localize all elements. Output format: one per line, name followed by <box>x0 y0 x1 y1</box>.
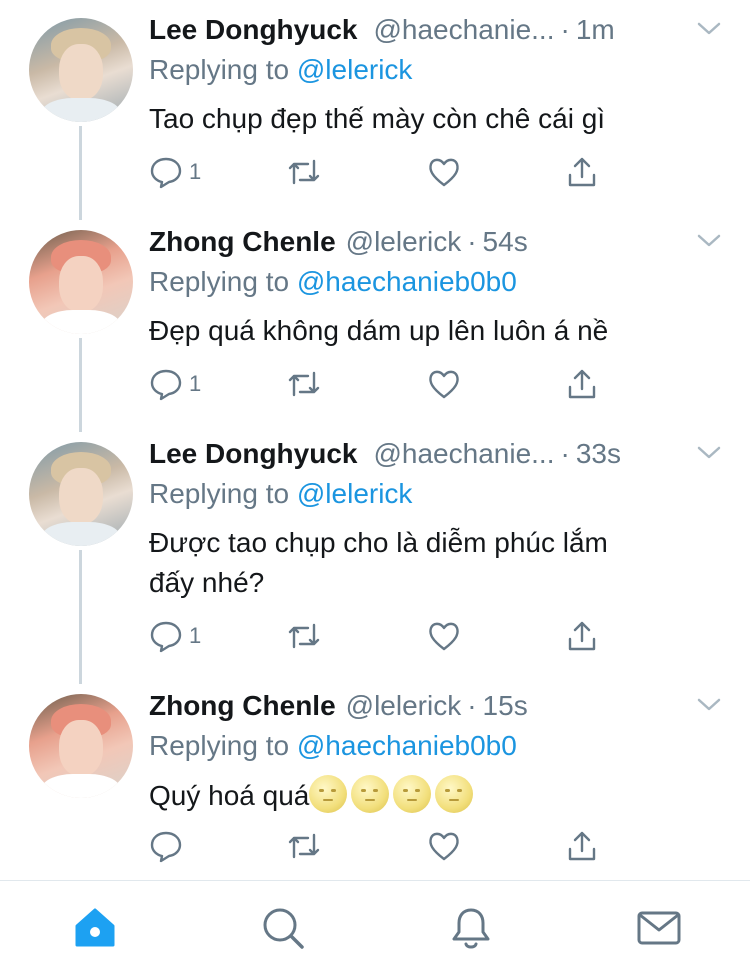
timestamp[interactable]: 1m <box>576 14 615 46</box>
timestamp[interactable]: 15s <box>483 690 528 722</box>
tweet-text: Quý hoá quá <box>149 775 709 816</box>
share-button[interactable] <box>565 364 599 404</box>
separator-dot: · <box>560 438 570 469</box>
share-icon <box>568 621 596 651</box>
retweet-button[interactable] <box>287 364 321 404</box>
tweet-actions: 1 <box>149 616 609 656</box>
reply-icon <box>150 369 182 401</box>
heart-icon <box>429 370 459 399</box>
share-icon <box>568 369 596 399</box>
heart-icon <box>429 832 459 861</box>
reply-icon <box>150 621 182 653</box>
reply-icon <box>150 157 182 189</box>
full-moon-face-emoji <box>351 775 390 813</box>
tweet-text: Tao chụp đẹp thế mày còn chê cái gì <box>149 103 606 134</box>
tweet-text-content: Quý hoá quá <box>149 780 310 811</box>
timestamp[interactable]: 33s <box>576 438 621 470</box>
replying-to: Replying to @haechanieb0b0 <box>149 730 517 762</box>
avatar[interactable] <box>29 18 133 122</box>
replying-to-label: Replying to <box>149 266 297 297</box>
replying-to-label: Replying to <box>149 478 297 509</box>
avatar[interactable] <box>29 694 133 798</box>
home-icon[interactable] <box>72 905 118 951</box>
tweet-text-line: đấy nhé? <box>149 567 265 598</box>
reply-button[interactable]: 1 <box>149 616 201 656</box>
notifications-bell-icon[interactable] <box>448 905 494 951</box>
share-icon <box>568 157 596 187</box>
tweet-text-line: Được tao chụp cho là diễm phúc lắm <box>149 527 608 558</box>
mention-link[interactable]: @haechanieb0b0 <box>297 266 517 297</box>
author-name[interactable]: Lee Donghyuck <box>149 438 357 470</box>
reply-button[interactable]: 1 <box>149 364 201 404</box>
heart-icon <box>429 622 459 651</box>
author-name[interactable]: Zhong Chenle <box>149 690 336 722</box>
heart-icon <box>429 158 459 187</box>
retweet-button[interactable] <box>287 826 321 866</box>
tweet-actions <box>149 826 609 866</box>
timestamp[interactable]: 54s <box>483 226 528 258</box>
mention-link[interactable]: @lelerick <box>297 478 413 509</box>
tweet-actions: 1 <box>149 364 609 404</box>
tweet[interactable]: Lee Donghyuck @haechanie... · 33s Replyi… <box>0 424 750 676</box>
like-button[interactable] <box>427 616 461 656</box>
messages-envelope-icon[interactable] <box>636 905 682 951</box>
retweet-button[interactable] <box>287 152 321 192</box>
search-icon[interactable] <box>260 905 306 951</box>
author-handle[interactable]: @haechanie... <box>373 438 554 470</box>
avatar[interactable] <box>29 230 133 334</box>
like-button[interactable] <box>427 152 461 192</box>
chevron-down-icon[interactable] <box>696 232 722 250</box>
share-icon <box>568 831 596 861</box>
chevron-down-icon[interactable] <box>696 444 722 462</box>
retweet-icon <box>288 623 320 649</box>
reply-button[interactable] <box>149 826 189 866</box>
chevron-down-icon[interactable] <box>696 696 722 714</box>
tweet[interactable]: Zhong Chenle @lelerick · 15s Replying to… <box>0 676 750 880</box>
share-button[interactable] <box>565 826 599 866</box>
author-handle[interactable]: @haechanie... <box>373 14 554 46</box>
reply-icon <box>150 831 182 863</box>
share-button[interactable] <box>565 152 599 192</box>
mention-link[interactable]: @lelerick <box>297 54 413 85</box>
separator-dot: · <box>467 690 477 721</box>
replying-to: Replying to @lelerick <box>149 54 412 86</box>
replying-to-label: Replying to <box>149 730 297 761</box>
separator-dot: · <box>560 14 570 45</box>
reply-count: 1 <box>189 623 202 648</box>
retweet-icon <box>288 371 320 397</box>
author-handle[interactable]: @lelerick <box>346 226 462 258</box>
retweet-icon <box>288 159 320 185</box>
share-button[interactable] <box>565 616 599 656</box>
author-name[interactable]: Lee Donghyuck <box>149 14 357 46</box>
chevron-down-icon[interactable] <box>696 20 722 38</box>
reply-count: 1 <box>189 159 202 184</box>
replying-to-label: Replying to <box>149 54 297 85</box>
separator-dot: · <box>467 226 477 257</box>
retweet-button[interactable] <box>287 616 321 656</box>
full-moon-face-emoji <box>309 775 348 813</box>
tweet-text: Đẹp quá không dám up lên luôn á nề <box>149 315 609 346</box>
like-button[interactable] <box>427 826 461 866</box>
author-name[interactable]: Zhong Chenle <box>149 226 336 258</box>
reply-count: 1 <box>189 371 202 396</box>
tweet-text: Được tao chụp cho là diễm phúc lắm đấy n… <box>149 523 709 603</box>
bottom-tab-bar <box>0 880 750 960</box>
tweet[interactable]: Zhong Chenle @lelerick · 54s Replying to… <box>0 212 750 424</box>
retweet-icon <box>288 833 320 859</box>
like-button[interactable] <box>427 364 461 404</box>
tweet[interactable]: Lee Donghyuck @haechanie... · 1m Replyin… <box>0 0 750 212</box>
full-moon-face-emoji <box>435 775 474 813</box>
avatar[interactable] <box>29 442 133 546</box>
reply-button[interactable]: 1 <box>149 152 201 192</box>
replying-to: Replying to @lelerick <box>149 478 412 510</box>
replying-to: Replying to @haechanieb0b0 <box>149 266 517 298</box>
full-moon-face-emoji <box>393 775 432 813</box>
tweet-actions: 1 <box>149 152 609 192</box>
mention-link[interactable]: @haechanieb0b0 <box>297 730 517 761</box>
author-handle[interactable]: @lelerick <box>346 690 462 722</box>
